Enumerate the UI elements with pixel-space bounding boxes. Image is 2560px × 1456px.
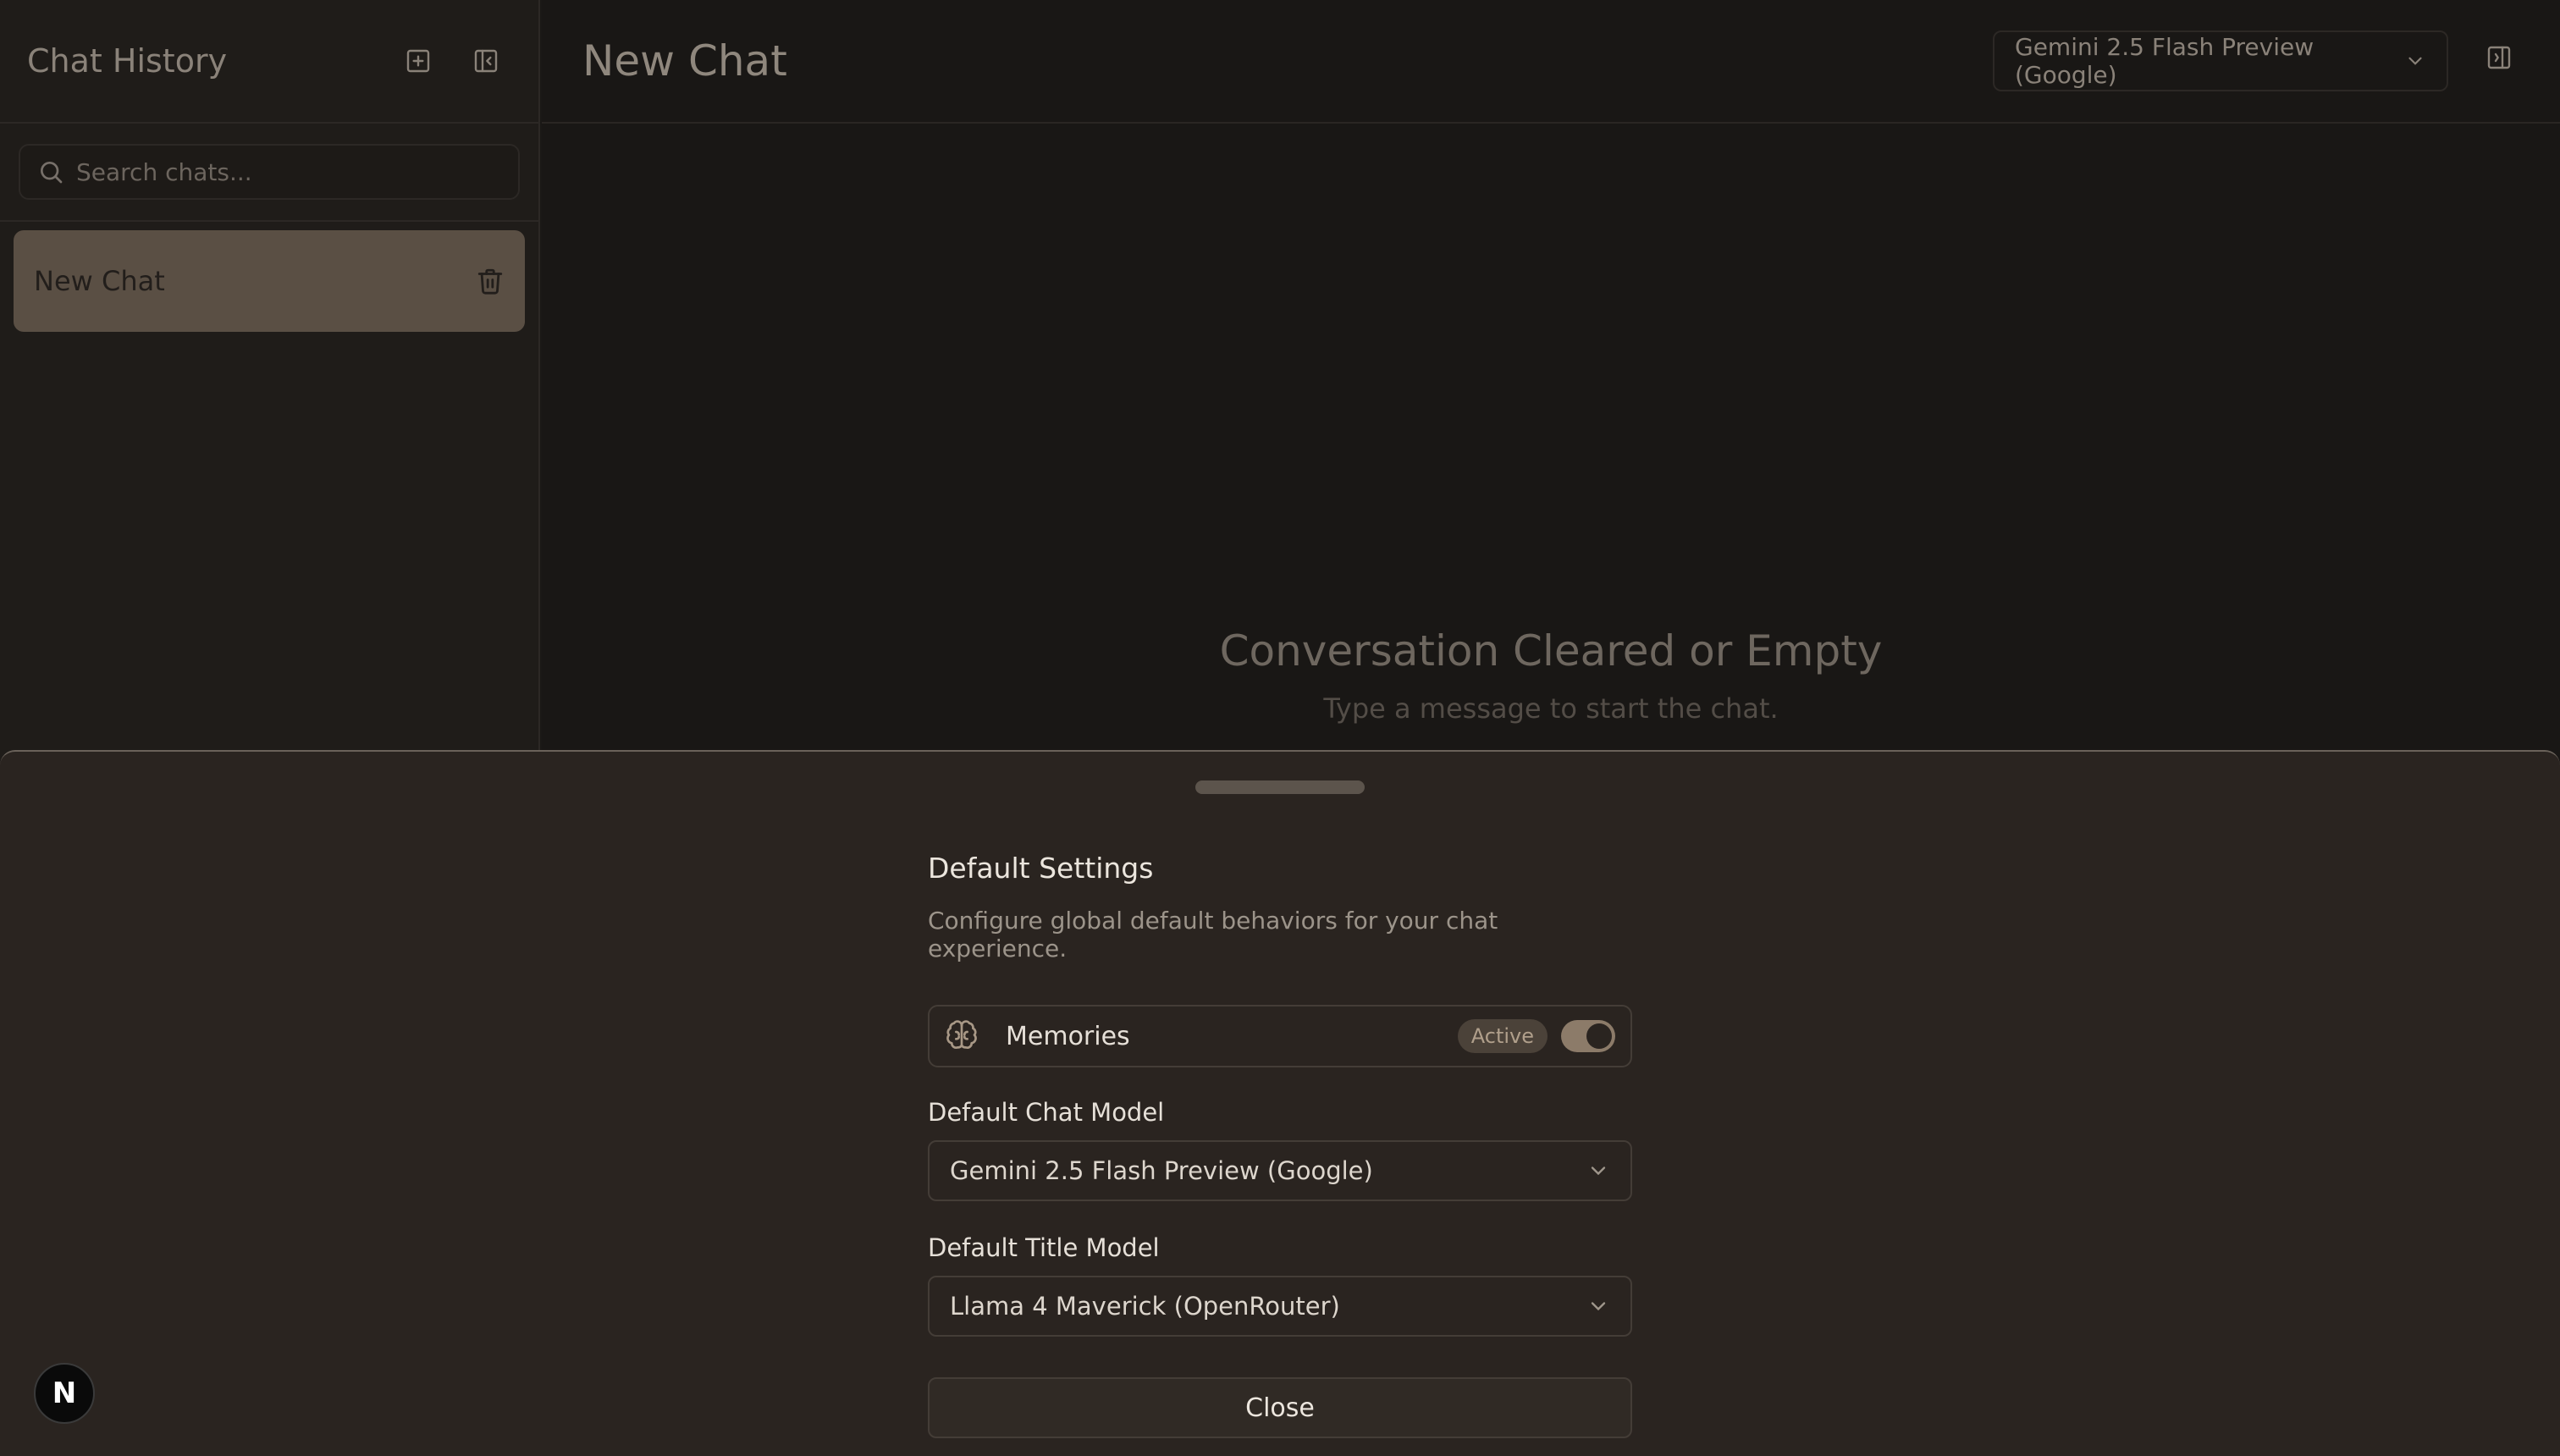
collapse-sidebar-button[interactable] <box>461 36 511 86</box>
empty-state-title: Conversation Cleared or Empty <box>1219 626 1883 676</box>
new-chat-button[interactable] <box>393 36 444 86</box>
dev-tools-badge[interactable]: N <box>34 1363 95 1424</box>
model-selector-value: Gemini 2.5 Flash Preview (Google) <box>2015 33 2314 89</box>
brain-icon <box>946 1020 977 1049</box>
search-input[interactable] <box>76 157 501 186</box>
chevron-down-icon <box>1591 1166 1606 1176</box>
memories-toggle[interactable] <box>1561 1020 1615 1052</box>
title-model-label: Default Title Model <box>928 1233 1160 1262</box>
search-container <box>0 124 538 222</box>
status-badge: Active <box>1457 1019 1548 1053</box>
chevron-down-icon <box>2408 57 2422 65</box>
close-button[interactable]: Close <box>928 1377 1632 1438</box>
panel-right-icon <box>2487 46 2511 69</box>
chat-item-label: New Chat <box>34 265 165 297</box>
toggle-knob <box>1586 1023 1612 1049</box>
chat-list-item[interactable]: New Chat <box>14 230 525 332</box>
title-model-select[interactable]: Llama 4 Maverick (OpenRouter) <box>928 1276 1632 1337</box>
settings-content: Default Settings Configure global defaul… <box>928 852 1632 1438</box>
settings-sheet: Default Settings Configure global defaul… <box>0 750 2560 1456</box>
chevron-down-icon <box>1591 1302 1606 1311</box>
chat-model-value: Gemini 2.5 Flash Preview (Google) <box>950 1156 1373 1185</box>
search-icon <box>41 162 63 184</box>
main-header: New Chat Gemini 2.5 Flash Preview (Googl… <box>542 0 2560 124</box>
plus-square-icon <box>406 49 430 73</box>
memories-label: Memories <box>1006 1021 1130 1051</box>
drag-handle[interactable] <box>1195 780 1365 794</box>
settings-description: Configure global default behaviors for y… <box>928 907 1498 962</box>
empty-state: Conversation Cleared or Empty Type a mes… <box>542 626 2560 725</box>
sidebar-header: Chat History <box>0 0 538 124</box>
chat-model-select[interactable]: Gemini 2.5 Flash Preview (Google) <box>928 1140 1632 1201</box>
memories-row: Memories Active <box>928 1005 1632 1067</box>
search-box <box>19 144 520 200</box>
settings-title: Default Settings <box>928 852 1154 885</box>
sidebar-title: Chat History <box>27 42 228 80</box>
panel-left-close-icon <box>474 49 498 73</box>
model-selector[interactable]: Gemini 2.5 Flash Preview (Google) <box>1993 30 2448 91</box>
empty-state-subtitle: Type a message to start the chat. <box>1323 692 1779 725</box>
toggle-right-panel-button[interactable] <box>2486 44 2519 78</box>
chat-model-label: Default Chat Model <box>928 1098 1165 1127</box>
page-title: New Chat <box>582 36 787 85</box>
title-model-value: Llama 4 Maverick (OpenRouter) <box>950 1292 1340 1321</box>
trash-icon[interactable] <box>476 267 505 295</box>
